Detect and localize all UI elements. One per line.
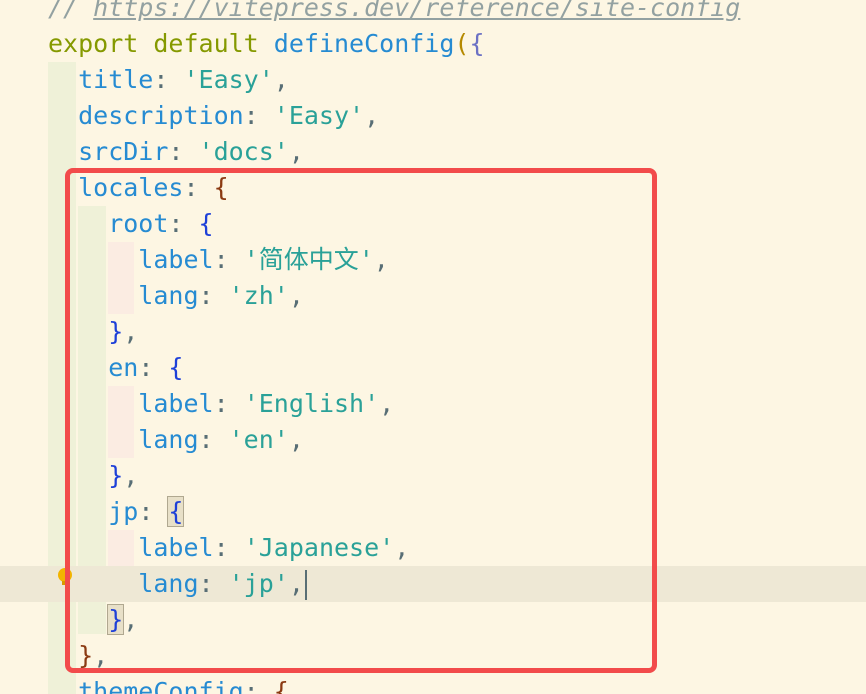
code-token: , xyxy=(273,65,289,94)
annotation-highlight-box xyxy=(65,168,657,673)
code-token: // xyxy=(48,0,94,22)
code-line-description[interactable]: description: 'Easy', xyxy=(0,98,866,134)
code-token: 'Easy' xyxy=(273,101,365,130)
code-line-comment[interactable]: // https://vitepress.dev/reference/site-… xyxy=(0,0,866,26)
code-token: title xyxy=(48,65,154,94)
code-line-title[interactable]: title: 'Easy', xyxy=(0,62,866,98)
code-token: : xyxy=(243,677,274,694)
code-line-srcdir[interactable]: srcDir: 'docs', xyxy=(0,134,866,170)
code-token: { xyxy=(469,29,485,58)
code-token: description xyxy=(48,101,244,130)
code-token: ( xyxy=(454,29,470,58)
code-token: srcDir xyxy=(48,137,169,166)
code-line-export[interactable]: export default defineConfig({ xyxy=(0,26,866,62)
code-token: 'Easy' xyxy=(183,65,274,94)
code-token: : xyxy=(243,101,274,130)
code-token: { xyxy=(273,677,289,694)
code-token: , xyxy=(288,137,304,166)
code-token: https://vitepress.dev/reference/site-con… xyxy=(93,0,741,22)
code-token: export xyxy=(48,29,139,58)
code-editor[interactable]: // https://vitepress.dev/reference/site-… xyxy=(0,0,866,694)
code-token: themeConfig xyxy=(48,677,244,694)
code-line-themeconfig[interactable]: themeConfig: { xyxy=(0,674,866,694)
code-token: : xyxy=(168,137,199,166)
code-token: 'docs' xyxy=(198,137,289,166)
code-token: , xyxy=(364,101,380,130)
code-token: defineConfig xyxy=(273,29,455,58)
code-token: : xyxy=(153,65,184,94)
code-token: default xyxy=(153,29,259,58)
